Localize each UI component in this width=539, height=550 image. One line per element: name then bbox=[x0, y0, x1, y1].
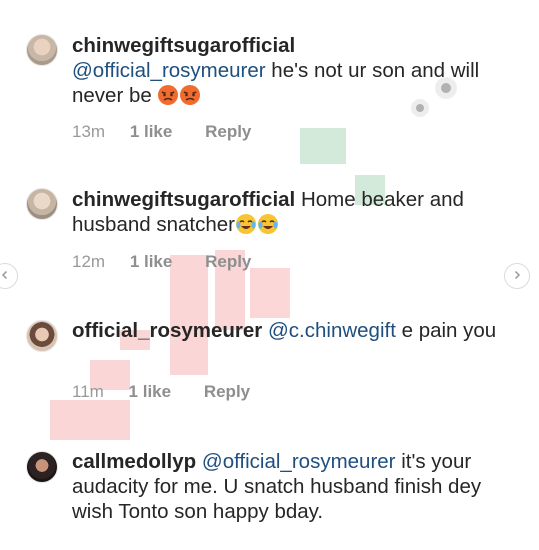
next-button[interactable] bbox=[504, 263, 530, 289]
comment-username[interactable]: official_rosymeurer bbox=[72, 319, 262, 342]
comment-meta: 12m 1 like Reply bbox=[72, 252, 251, 272]
comment-text: official_rosymeurer @c.chinwegift e pain… bbox=[72, 318, 511, 343]
likes-count-button[interactable]: 1 like bbox=[130, 122, 173, 142]
avatar[interactable] bbox=[26, 320, 58, 352]
comment-username[interactable]: chinwegiftsugarofficial bbox=[72, 188, 295, 211]
reply-button[interactable]: Reply bbox=[205, 252, 251, 272]
comment-timestamp: 12m bbox=[72, 252, 106, 271]
angry-face-icon bbox=[179, 84, 201, 112]
angry-face-icon bbox=[157, 84, 179, 112]
tears-of-joy-icon bbox=[235, 213, 257, 241]
comment-meta: 13m 1 like Reply bbox=[72, 122, 251, 142]
reply-button[interactable]: Reply bbox=[204, 382, 250, 402]
likes-count-button[interactable]: 1 like bbox=[130, 252, 173, 272]
chevron-right-icon bbox=[512, 267, 522, 285]
comment-timestamp: 13m bbox=[72, 122, 106, 141]
comment-timestamp: 11m bbox=[72, 382, 104, 401]
comment-text: chinwegiftsugarofficial @official_rosyme… bbox=[72, 33, 511, 112]
comment-mention[interactable]: @official_rosymeurer bbox=[202, 450, 396, 473]
avatar[interactable] bbox=[26, 451, 58, 483]
comment-username[interactable]: chinwegiftsugarofficial bbox=[72, 34, 295, 57]
comment-text: callmedollyp @official_rosymeurer it's y… bbox=[72, 449, 511, 524]
comment-text: chinwegiftsugarofficial Home beaker and … bbox=[72, 187, 511, 241]
previous-button[interactable] bbox=[0, 263, 18, 289]
comment-body: e pain you bbox=[395, 319, 497, 342]
comment-username[interactable]: callmedollyp bbox=[72, 450, 196, 473]
chevron-left-icon bbox=[0, 267, 10, 285]
comment-mention[interactable]: @c.chinwegift bbox=[268, 319, 396, 342]
comment-meta: 11m 1 like Reply bbox=[72, 382, 250, 402]
reply-button[interactable]: Reply bbox=[205, 122, 251, 142]
avatar[interactable] bbox=[26, 188, 58, 220]
avatar[interactable] bbox=[26, 34, 58, 66]
tears-of-joy-icon bbox=[257, 213, 279, 241]
comment-mention[interactable]: @official_rosymeurer bbox=[72, 59, 266, 82]
likes-count-button[interactable]: 1 like bbox=[129, 382, 172, 402]
